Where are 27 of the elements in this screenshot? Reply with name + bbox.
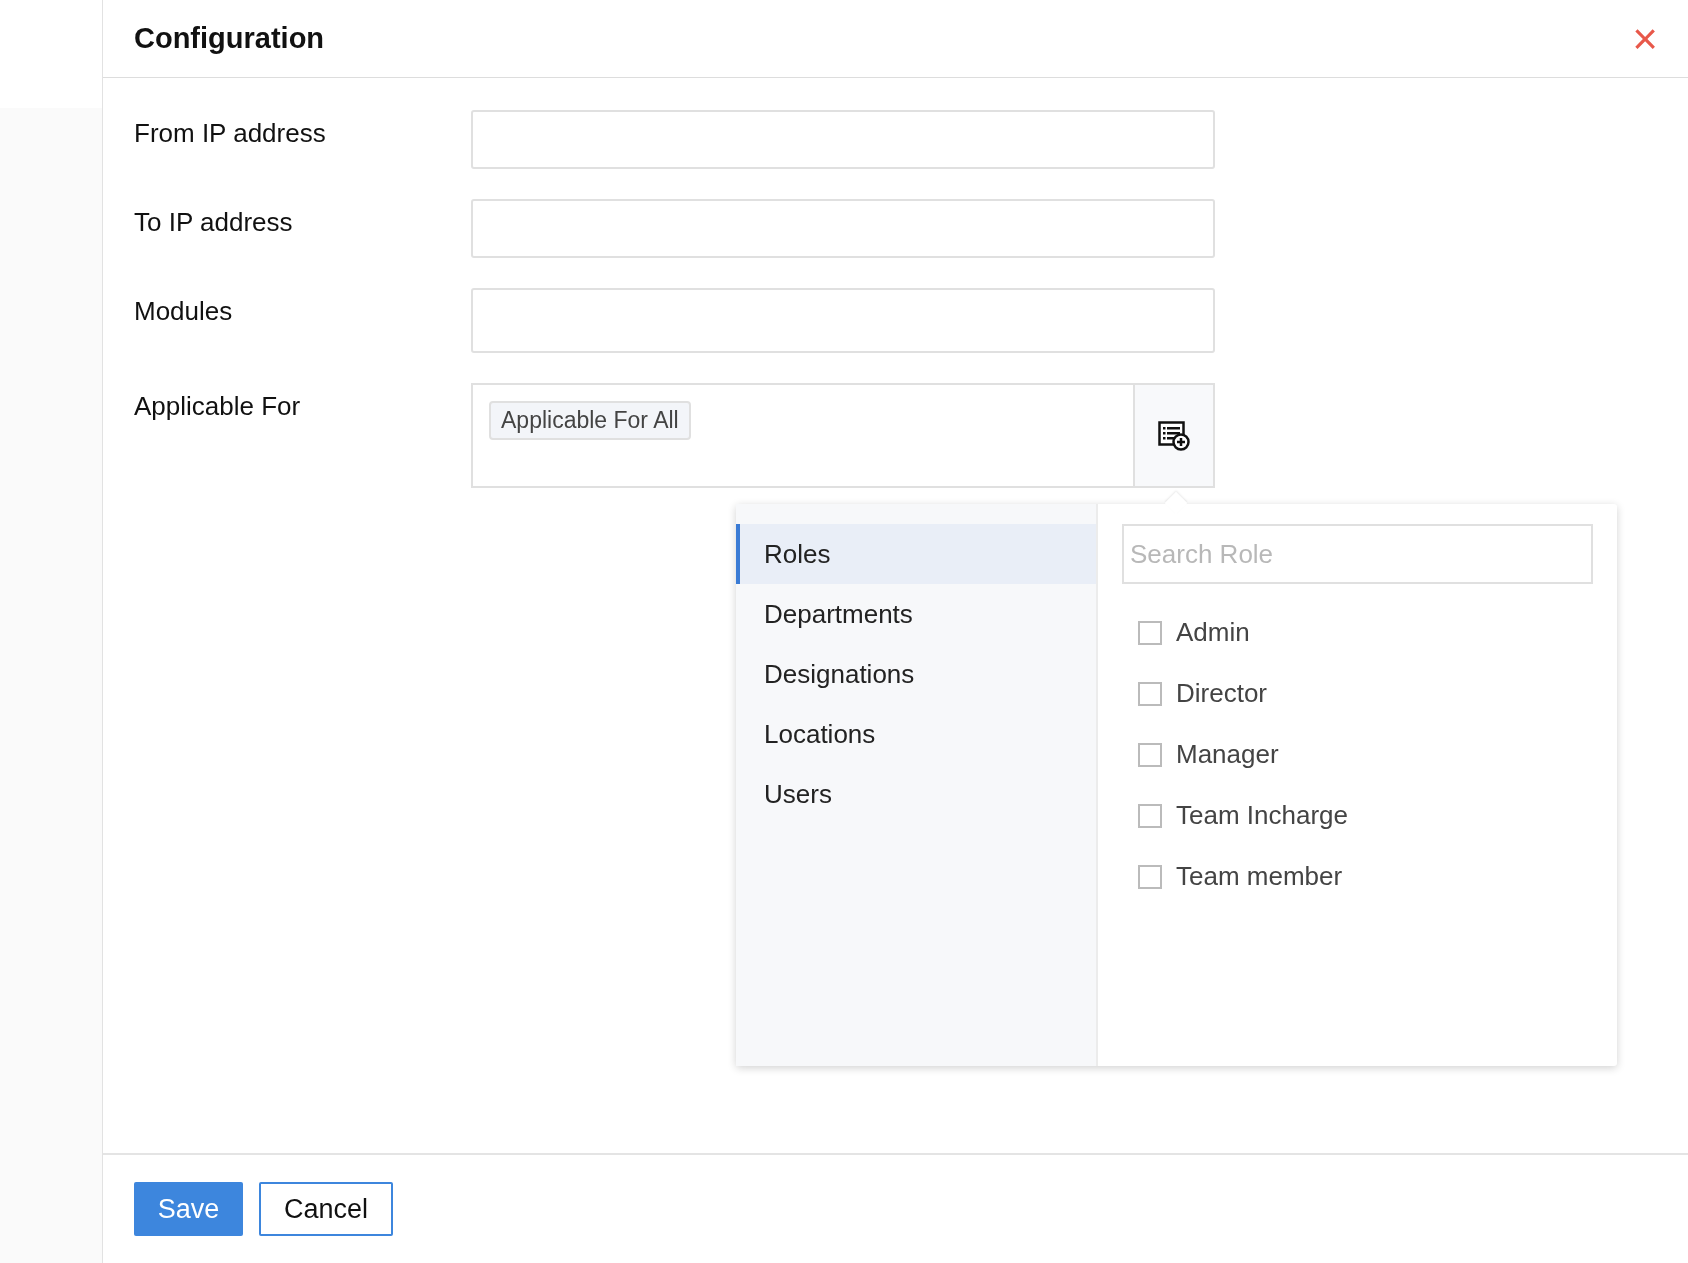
category-item[interactable]: Locations <box>736 704 1096 764</box>
save-button[interactable]: Save <box>134 1182 243 1236</box>
checkbox[interactable] <box>1138 803 1162 828</box>
category-item[interactable]: Departments <box>736 584 1096 644</box>
field-label: To IP address <box>134 206 294 239</box>
cancel-button[interactable]: Cancel <box>259 1182 393 1236</box>
category-item[interactable]: Designations <box>736 644 1096 704</box>
checkbox[interactable] <box>1138 742 1162 767</box>
field-label: Modules <box>134 295 234 328</box>
checkbox[interactable] <box>1138 681 1162 706</box>
option-label: Admin <box>1176 617 1250 648</box>
field-label: Applicable For <box>134 390 302 423</box>
option-label: Director <box>1176 678 1267 709</box>
dialog-title: Configuration <box>134 22 325 55</box>
option-label: Team Incharge <box>1176 800 1348 831</box>
text-field[interactable] <box>471 199 1215 258</box>
category-item[interactable]: Users <box>736 764 1096 824</box>
option-label: Manager <box>1176 739 1279 770</box>
option-label: Team member <box>1176 861 1343 892</box>
checkbox[interactable] <box>1138 620 1162 645</box>
close-button[interactable]: × <box>1628 16 1662 61</box>
search-field[interactable]: Search Role <box>1122 524 1593 584</box>
checkbox[interactable] <box>1138 864 1162 889</box>
text-field[interactable] <box>471 110 1215 169</box>
category-item[interactable]: Roles <box>736 524 1096 584</box>
text-field[interactable] <box>471 288 1215 353</box>
field-label: From IP address <box>134 117 327 150</box>
